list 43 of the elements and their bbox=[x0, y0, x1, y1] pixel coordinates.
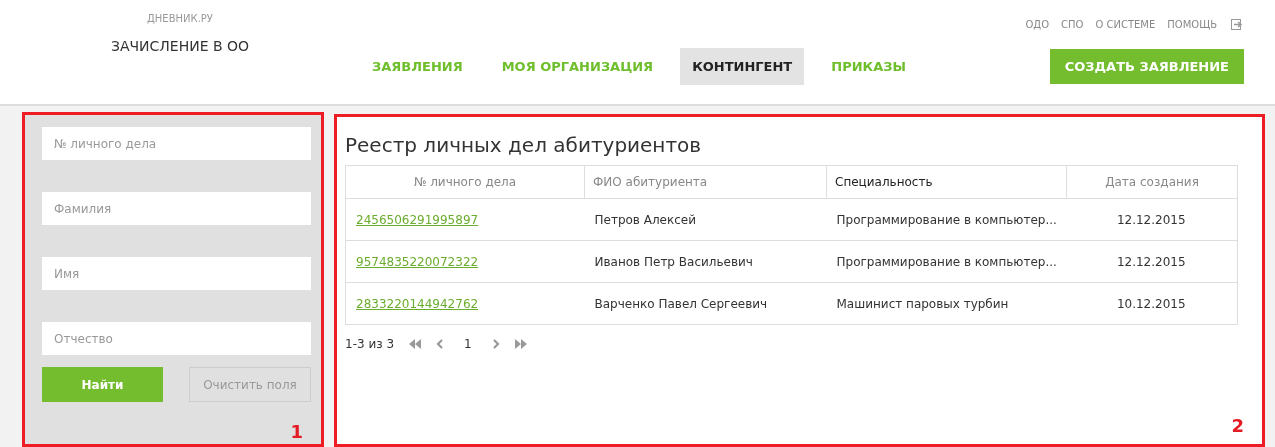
last-page-icon[interactable] bbox=[513, 339, 528, 349]
top-link[interactable]: О СИСТЕМЕ bbox=[1095, 18, 1156, 30]
registry-title: Реестр личных дел абитуриентов bbox=[345, 133, 703, 157]
top-link[interactable]: ОДО bbox=[1025, 18, 1050, 30]
case-number-link[interactable]: 9574835220072322 bbox=[356, 254, 479, 269]
app-title: ЗАЧИСЛЕНИЕ В ОО bbox=[110, 38, 250, 54]
page-number[interactable]: 1 bbox=[464, 337, 472, 351]
input-field[interactable]: Фамилия bbox=[42, 192, 311, 225]
applicant-name: Варченко Павел Сергеевич bbox=[594, 296, 768, 311]
input-field[interactable]: № личного дела bbox=[42, 127, 311, 160]
create-application-button[interactable]: СОЗДАТЬ ЗАЯВЛЕНИЕ bbox=[1049, 49, 1244, 84]
input-field[interactable]: Отчество bbox=[42, 322, 311, 355]
specialty-text: Программирование в компьютер... bbox=[836, 212, 1057, 227]
next-page-icon[interactable] bbox=[491, 339, 500, 349]
nav-tab[interactable]: ЗАЯВЛЕНИЯ bbox=[360, 48, 475, 85]
case-number-link[interactable]: 2456506291995897 bbox=[356, 212, 479, 227]
date-text: 12.12.2015 bbox=[1116, 212, 1186, 227]
callout-number: 2 bbox=[1231, 415, 1244, 436]
previous-page-icon[interactable] bbox=[436, 339, 445, 349]
column-header[interactable]: Дата создания bbox=[1066, 165, 1238, 199]
find-button[interactable]: Найти bbox=[42, 367, 163, 402]
applicant-name: Петров Алексей bbox=[594, 212, 697, 227]
input-field[interactable]: Имя bbox=[42, 257, 311, 290]
clear-button[interactable]: Очистить поля bbox=[189, 367, 311, 402]
specialty-text: Программирование в компьютер... bbox=[836, 254, 1057, 269]
site-logo[interactable]: ДНЕВНИК.РУ bbox=[147, 13, 213, 24]
first-page-icon[interactable] bbox=[408, 339, 423, 349]
applicant-name: Иванов Петр Васильевич bbox=[594, 254, 753, 269]
date-text: 10.12.2015 bbox=[1116, 296, 1186, 311]
top-link[interactable]: СПО bbox=[1061, 18, 1084, 30]
column-header[interactable]: № личного дела bbox=[345, 165, 585, 199]
top-link[interactable]: ПОМОЩЬ bbox=[1167, 18, 1217, 30]
nav-tab[interactable]: КОНТИНГЕНТ bbox=[680, 48, 805, 85]
column-header[interactable]: ФИО абитуриента bbox=[584, 165, 827, 199]
callout-number: 1 bbox=[290, 421, 303, 442]
column-header[interactable]: Специальность bbox=[826, 165, 1067, 199]
logout-icon[interactable] bbox=[1231, 18, 1244, 30]
case-number-link[interactable]: 2833220144942762 bbox=[356, 296, 479, 311]
nav-tab[interactable]: МОЯ ОРГАНИЗАЦИЯ bbox=[489, 48, 666, 85]
specialty-text: Машинист паровых турбин bbox=[836, 296, 1009, 311]
pagination-range: 1-3 из 3 bbox=[345, 337, 395, 351]
nav-tab[interactable]: ПРИКАЗЫ bbox=[819, 48, 918, 85]
date-text: 12.12.2015 bbox=[1116, 254, 1186, 269]
